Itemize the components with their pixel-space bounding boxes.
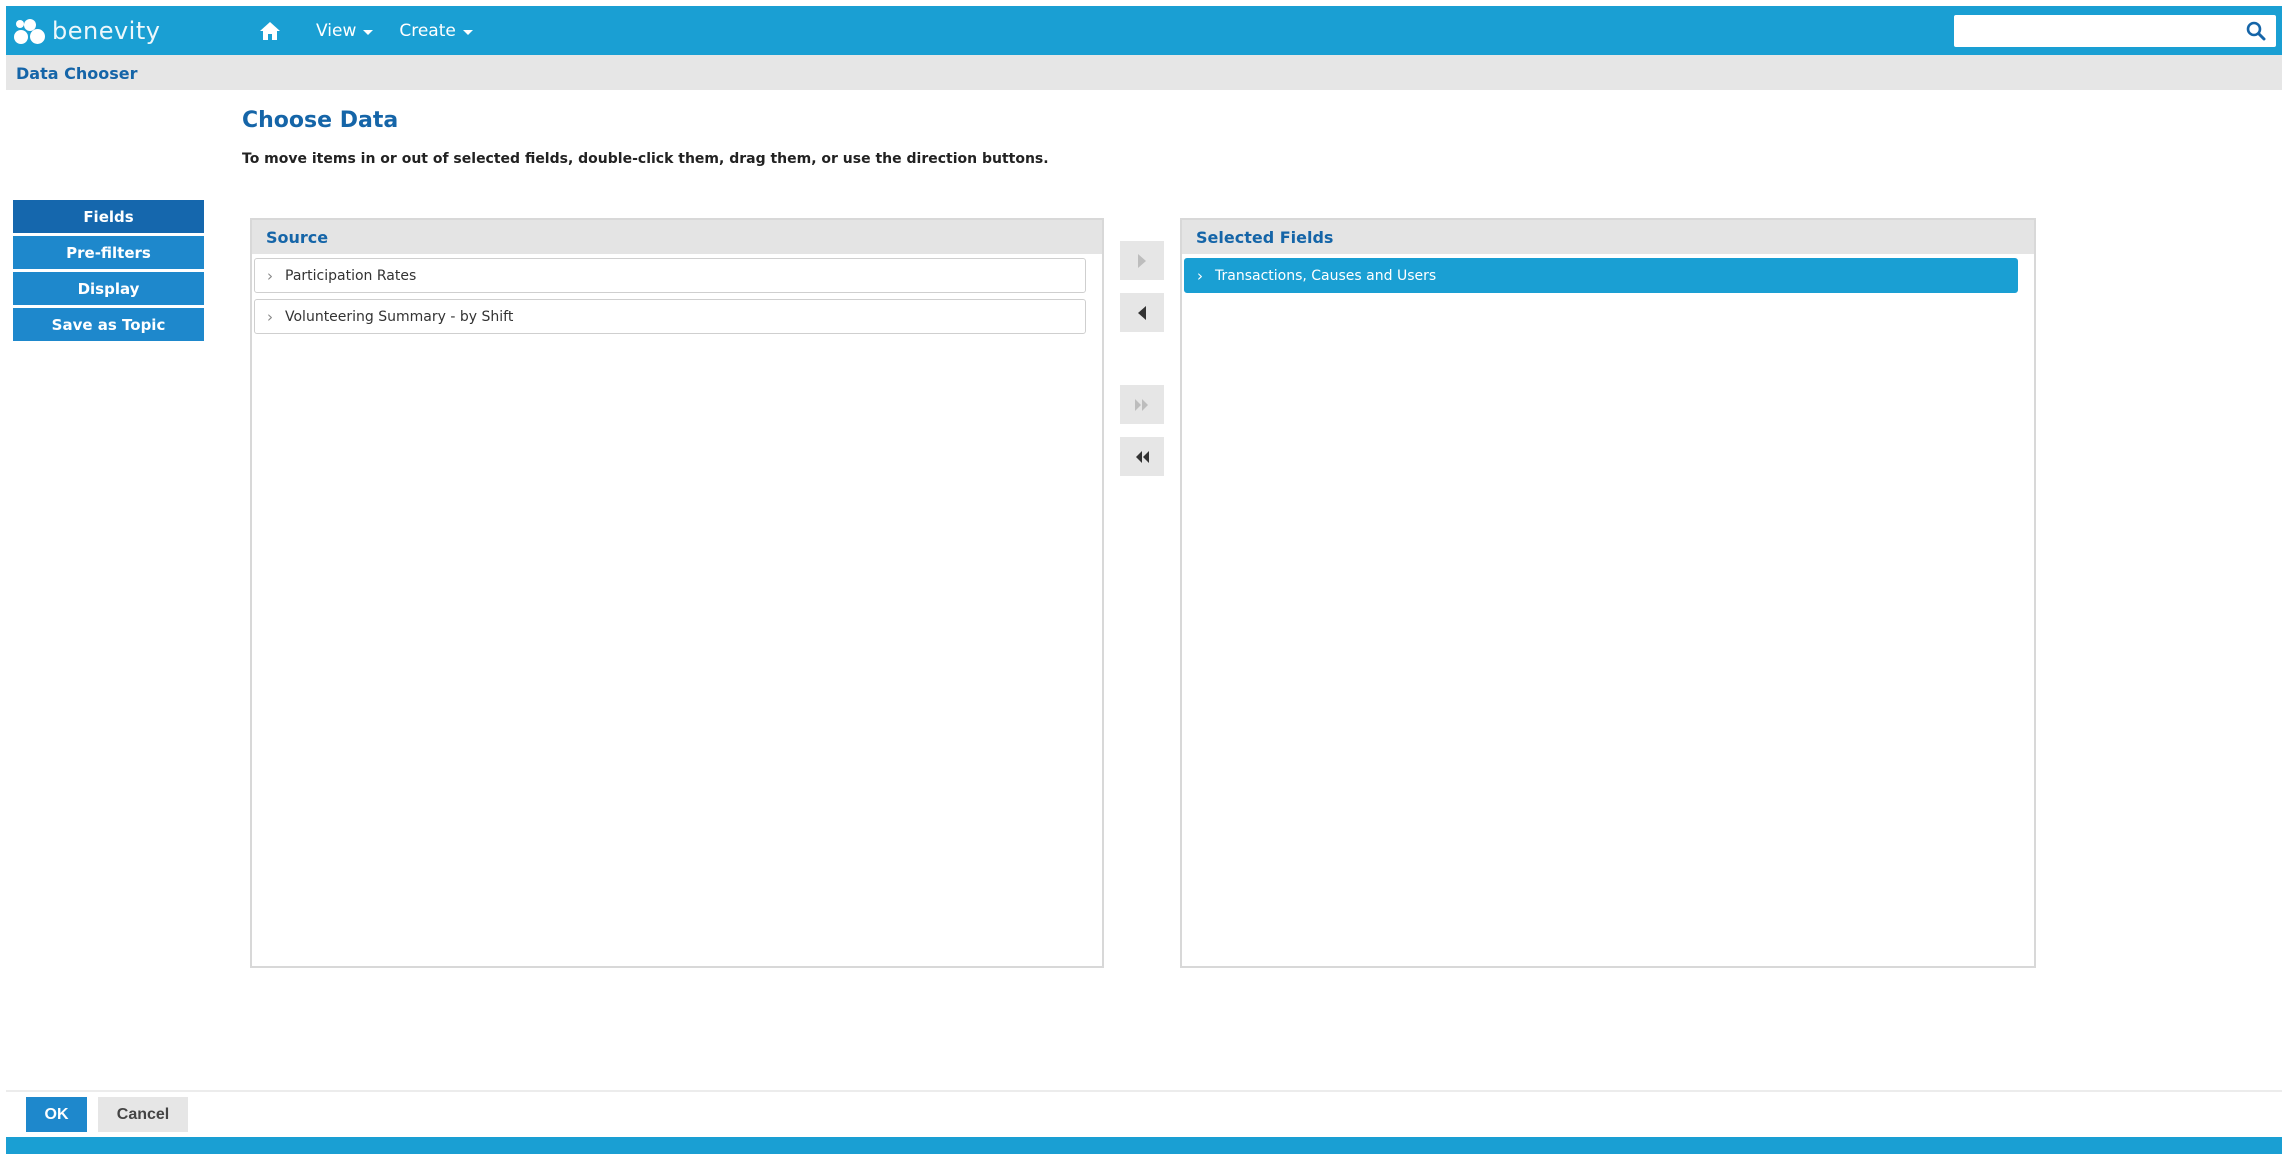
app-window: benevity View Create Data Chooser Choose… (6, 6, 2282, 1154)
source-item-label: Volunteering Summary - by Shift (285, 308, 514, 325)
search-input[interactable] (1954, 15, 2234, 47)
instructions-text: To move items in or out of selected fiel… (242, 151, 1049, 167)
logo-text: benevity (52, 17, 161, 45)
breadcrumb-bar: Data Chooser (6, 55, 2282, 90)
selected-list: › Transactions, Causes and Users (1182, 254, 2034, 293)
source-item-volunteering-summary[interactable]: › Volunteering Summary - by Shift (254, 299, 1086, 334)
chevron-right-icon[interactable]: › (255, 308, 285, 326)
cancel-button[interactable]: Cancel (98, 1097, 188, 1132)
move-right-button[interactable] (1120, 241, 1164, 280)
source-item-label: Participation Rates (285, 267, 417, 284)
double-arrow-right-icon (1135, 398, 1148, 411)
benevity-logo-icon (12, 16, 48, 46)
home-button[interactable] (250, 6, 290, 55)
side-menu-save-as-topic[interactable]: Save as Topic (13, 308, 204, 341)
nav-create-menu[interactable]: Create (399, 21, 473, 41)
caret-down-icon (462, 29, 473, 35)
page-title: Choose Data (242, 108, 399, 133)
source-item-participation-rates[interactable]: › Participation Rates (254, 258, 1086, 293)
selected-item-transactions[interactable]: › Transactions, Causes and Users (1184, 258, 2018, 293)
arrow-right-icon (1138, 253, 1146, 268)
logo[interactable]: benevity (12, 14, 160, 48)
nav-view-menu[interactable]: View (316, 20, 374, 41)
selected-fields-panel: Selected Fields › Transactions, Causes a… (1180, 218, 2036, 968)
selected-item-label: Transactions, Causes and Users (1215, 267, 1437, 284)
search-button[interactable] (2236, 15, 2276, 47)
source-panel: Source › Participation Rates › Volunteer… (250, 218, 1104, 968)
move-all-left-button[interactable] (1120, 437, 1164, 476)
move-left-button[interactable] (1120, 293, 1164, 332)
home-icon (260, 21, 280, 40)
source-panel-header: Source (252, 220, 1102, 254)
double-arrow-left-icon (1136, 450, 1149, 463)
search-icon (2246, 21, 2266, 41)
bottom-bar (6, 1137, 2282, 1154)
top-bar: benevity View Create (6, 6, 2282, 55)
nav-view-label: View (316, 20, 357, 41)
side-menu-pre-filters[interactable]: Pre-filters (13, 236, 204, 269)
side-menu: Fields Pre-filters Display Save as Topic (13, 200, 204, 344)
source-list: › Participation Rates › Volunteering Sum… (252, 254, 1102, 334)
caret-down-icon (363, 29, 374, 35)
chevron-right-icon[interactable]: › (1185, 267, 1215, 285)
main-nav: View Create (250, 6, 473, 55)
side-menu-fields[interactable]: Fields (13, 200, 204, 233)
side-menu-display[interactable]: Display (13, 272, 204, 305)
nav-create-label: Create (399, 20, 456, 41)
footer-divider (6, 1090, 2282, 1092)
selected-panel-header: Selected Fields (1182, 220, 2034, 254)
chevron-right-icon[interactable]: › (255, 267, 285, 285)
ok-button[interactable]: OK (26, 1097, 87, 1132)
search-box (1954, 15, 2276, 47)
arrow-left-icon (1138, 305, 1146, 320)
move-all-right-button[interactable] (1120, 385, 1164, 424)
breadcrumb: Data Chooser (16, 64, 138, 83)
